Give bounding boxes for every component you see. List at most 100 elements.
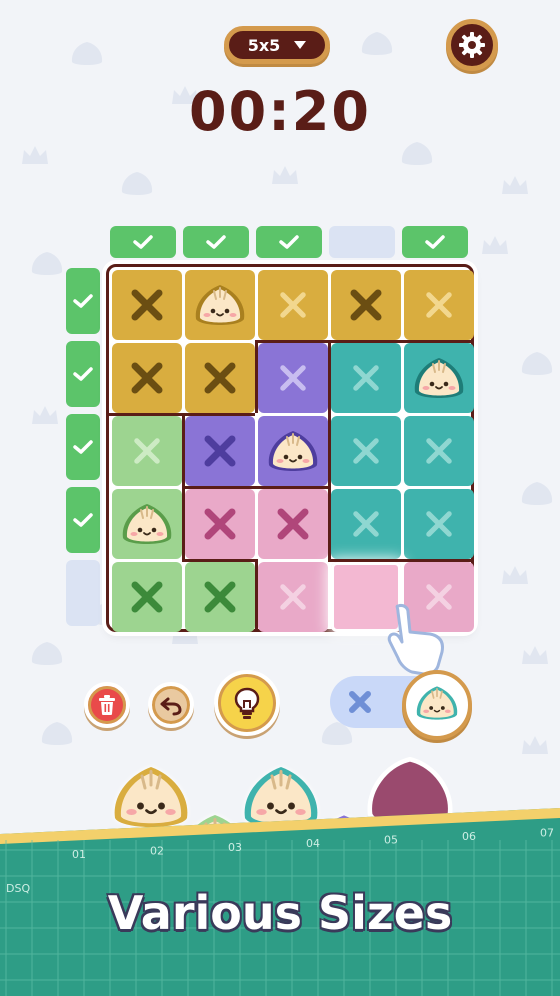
check-icon xyxy=(206,235,226,249)
size-dropdown-label: 5x5 xyxy=(247,35,281,55)
row-status-2 xyxy=(66,341,100,407)
grid-cell-r5c2[interactable] xyxy=(185,562,255,632)
grid-cell-r1c3[interactable] xyxy=(258,270,328,340)
background-pattern-icon xyxy=(30,400,60,433)
chevron-down-icon xyxy=(294,41,307,49)
background-pattern-icon xyxy=(520,350,554,383)
background-pattern-icon xyxy=(520,480,554,513)
x-icon xyxy=(353,511,379,537)
column-status-2 xyxy=(183,226,249,258)
grid-cell-r2c3[interactable] xyxy=(258,343,328,413)
region-border xyxy=(182,559,255,562)
grid-cell-r1c1[interactable] xyxy=(112,270,182,340)
grid-cell-r1c2[interactable] xyxy=(185,270,255,340)
row-status-5 xyxy=(66,560,100,626)
grid-cell-r4c5[interactable] xyxy=(404,489,474,559)
x-icon xyxy=(277,508,309,540)
trash-icon xyxy=(99,695,115,715)
background-pattern-icon xyxy=(40,720,74,753)
hand-pointer-icon xyxy=(387,604,444,676)
column-status-1 xyxy=(110,226,176,258)
grid-cell-r4c4[interactable] xyxy=(331,489,401,559)
check-icon xyxy=(73,440,93,454)
check-icon xyxy=(73,367,93,381)
x-icon xyxy=(134,438,160,464)
column-status-5 xyxy=(402,226,468,258)
background-pattern-icon xyxy=(20,140,50,173)
background-pattern-icon xyxy=(400,140,434,173)
grid-cell-r3c3[interactable] xyxy=(258,416,328,486)
x-icon xyxy=(426,438,452,464)
lightbulb-icon xyxy=(234,687,260,719)
background-pattern-icon xyxy=(520,640,550,673)
piece-mode-option[interactable] xyxy=(402,670,472,740)
region-border xyxy=(182,486,185,559)
region-border xyxy=(328,340,331,413)
check-icon xyxy=(73,294,93,308)
background-pattern-icon xyxy=(30,250,64,283)
region-border xyxy=(401,340,474,343)
grid-cell-r3c5[interactable] xyxy=(404,416,474,486)
x-icon xyxy=(131,362,163,394)
gear-icon xyxy=(459,32,485,58)
background-pattern-icon xyxy=(520,730,550,763)
ruler-number: 03 xyxy=(228,841,242,854)
background-pattern-icon xyxy=(480,230,510,263)
hint-button[interactable] xyxy=(214,670,280,736)
grid-cell-r5c1[interactable] xyxy=(112,562,182,632)
grid-cell-r2c5[interactable] xyxy=(404,343,474,413)
x-icon xyxy=(280,365,306,391)
x-icon xyxy=(426,511,452,537)
timer: 00:20 xyxy=(189,80,371,143)
background-pattern-icon xyxy=(500,170,530,203)
x-icon xyxy=(349,691,371,713)
delete-button[interactable] xyxy=(84,682,130,728)
column-status-4 xyxy=(329,226,395,258)
dumpling-icon xyxy=(409,348,469,408)
x-icon xyxy=(131,289,163,321)
check-icon xyxy=(425,235,445,249)
check-icon xyxy=(73,513,93,527)
grid-cell-r1c4[interactable] xyxy=(331,270,401,340)
x-icon xyxy=(280,292,306,318)
region-border xyxy=(255,486,328,489)
region-border xyxy=(328,559,401,562)
grid-cell-r3c1[interactable] xyxy=(112,416,182,486)
grid-cell-r1c5[interactable] xyxy=(404,270,474,340)
grid-cell-r3c4[interactable] xyxy=(331,416,401,486)
region-border xyxy=(401,559,474,562)
size-dropdown[interactable]: 5x5 xyxy=(224,26,330,64)
grid-cell-r2c2[interactable] xyxy=(185,343,255,413)
undo-button[interactable] xyxy=(148,682,194,728)
background-pattern-icon xyxy=(360,30,394,63)
ruler-number: 01 xyxy=(72,848,86,861)
x-icon xyxy=(426,292,452,318)
grid-cell-r5c3[interactable] xyxy=(258,562,328,632)
background-pattern-icon xyxy=(30,640,64,673)
x-icon xyxy=(204,508,236,540)
x-icon xyxy=(204,435,236,467)
ruler-number: 04 xyxy=(306,837,320,850)
undo-icon xyxy=(160,697,182,716)
x-icon xyxy=(204,362,236,394)
region-border xyxy=(182,413,255,416)
grid-cell-r4c2[interactable] xyxy=(185,489,255,559)
ruler-number: 07 xyxy=(540,826,554,839)
row-status-3 xyxy=(66,414,100,480)
ruler-number: 02 xyxy=(150,844,164,857)
grid-cell-r4c3[interactable] xyxy=(258,489,328,559)
grid-cell-r2c1[interactable] xyxy=(112,343,182,413)
x-icon xyxy=(204,581,236,613)
grid-cell-r4c1[interactable] xyxy=(112,489,182,559)
mark-mode-option[interactable] xyxy=(344,686,376,718)
settings-button[interactable] xyxy=(446,19,498,71)
row-status-1 xyxy=(66,268,100,334)
x-icon xyxy=(350,289,382,321)
region-border xyxy=(328,413,331,486)
puzzle-grid xyxy=(106,264,474,632)
region-border xyxy=(328,486,331,559)
dumpling-icon xyxy=(412,678,462,732)
background-pattern-icon xyxy=(500,560,530,593)
grid-cell-r3c2[interactable] xyxy=(185,416,255,486)
grid-cell-r2c4[interactable] xyxy=(331,343,401,413)
